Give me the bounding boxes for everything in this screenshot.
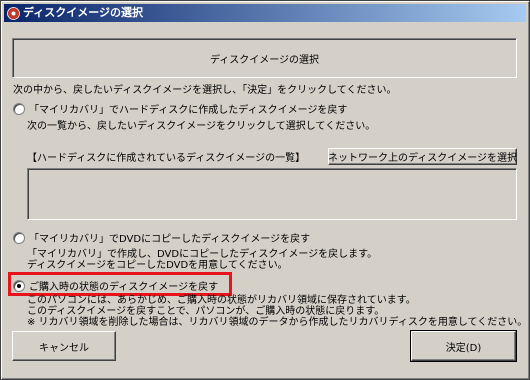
radio-hdd[interactable]: [13, 102, 25, 115]
option-factory[interactable]: ご購入時の状態のディスクイメージを戻す: [13, 278, 218, 293]
window-title: ディスクイメージの選択: [23, 6, 144, 19]
option-hdd-label: 「マイリカバリ」でハードディスクに作成したディスクイメージを戻す: [29, 105, 348, 116]
option-dvd[interactable]: 「マイリカバリ」でDVDにコピーしたディスクイメージを戻す: [13, 230, 310, 245]
option-dvd-label: 「マイリカバリ」でDVDにコピーしたディスクイメージを戻す: [29, 234, 311, 245]
option-dvd-description-2: ディスクイメージをコピーしたDVDを用意してください。: [27, 260, 288, 271]
ok-button[interactable]: 決定(D): [410, 330, 517, 362]
dialog-window: ディスクイメージの選択 ディスクイメージの選択 次の中から、戻したいディスクイメ…: [0, 0, 530, 380]
disk-image-list[interactable]: [27, 168, 517, 220]
option-factory-description-3: ※ リカバリ領域を削除した場合は、リカバリ領域のデータから作成したリカバリディス…: [27, 317, 528, 328]
option-hdd[interactable]: 「マイリカバリ」でハードディスクに作成したディスクイメージを戻す: [13, 101, 347, 116]
cancel-button[interactable]: キャンセル: [12, 331, 116, 361]
app-icon: [6, 6, 20, 20]
option-hdd-description: 次の一覧から、戻したいディスクイメージをクリックして選択してください。: [27, 121, 376, 132]
disk-image-list-label: 【ハードディスクに作成されているディスクイメージの一覧】: [27, 153, 306, 164]
radio-dvd[interactable]: [13, 231, 25, 244]
title-bar[interactable]: ディスクイメージの選択: [4, 4, 526, 22]
instruction-text: 次の中から、戻したいディスクイメージを選択し、「決定」をクリックしてください。: [13, 85, 397, 96]
header-panel: ディスクイメージの選択: [12, 38, 517, 78]
header-title: ディスクイメージの選択: [209, 54, 320, 66]
option-factory-label: ご購入時の状態のディスクイメージを戻す: [29, 282, 219, 293]
network-image-button[interactable]: ネットワーク上のディスクイメージを選択: [328, 148, 517, 165]
radio-factory[interactable]: [13, 279, 25, 292]
